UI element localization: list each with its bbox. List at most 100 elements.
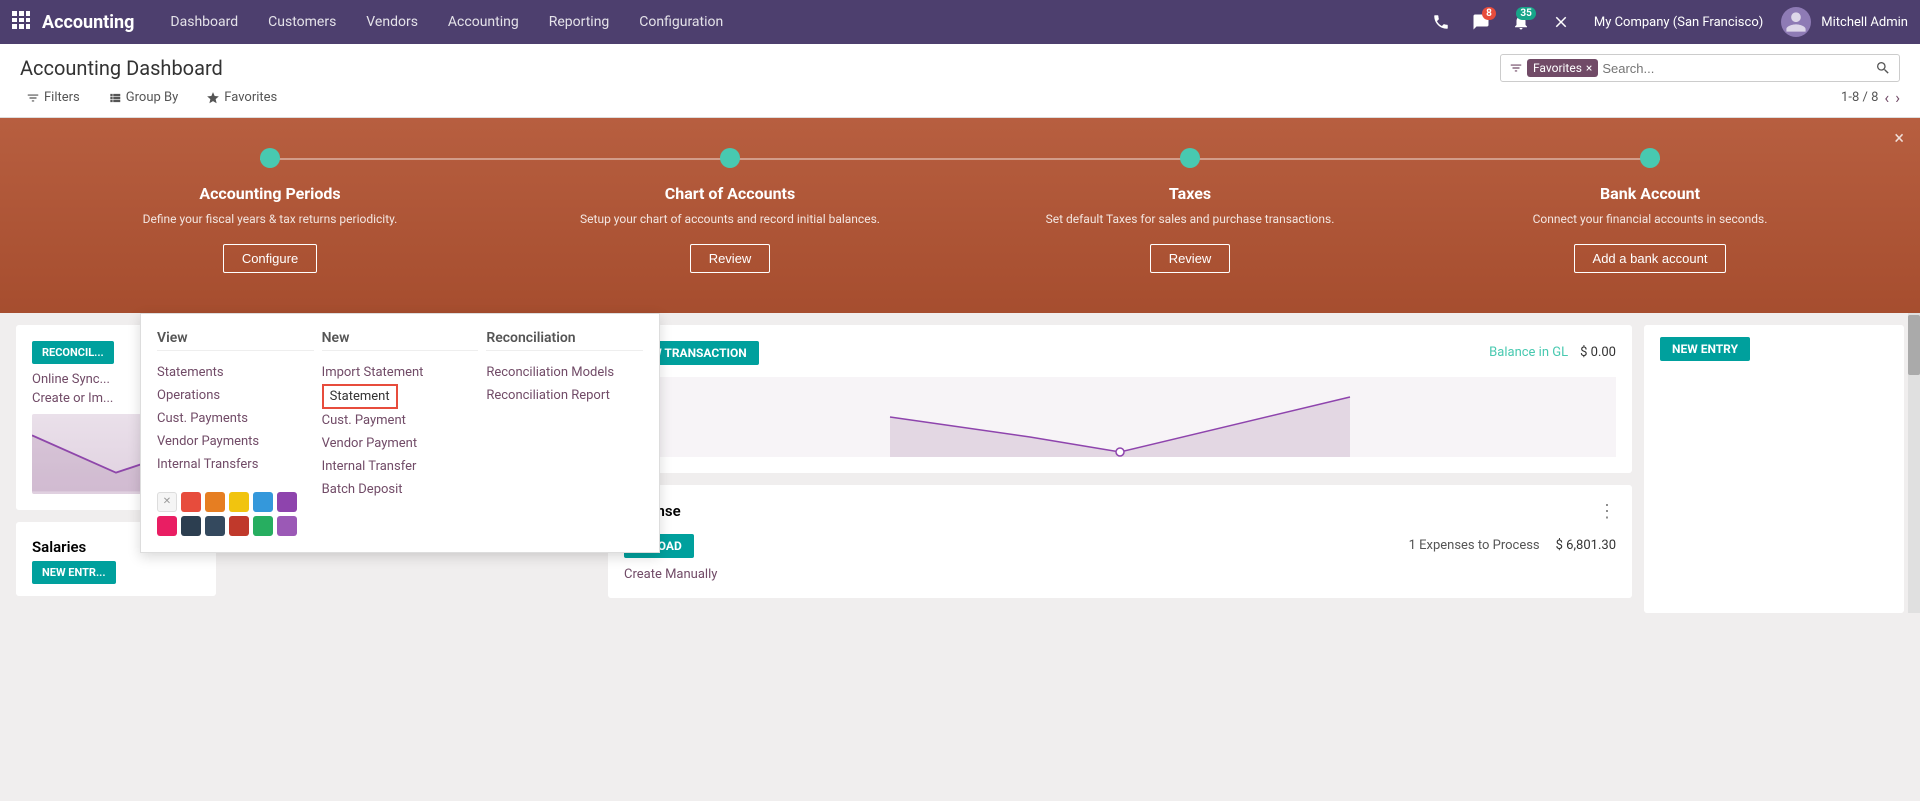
step-dot-2 [720, 148, 740, 168]
color-red[interactable] [181, 492, 201, 512]
step-desc-1: Define your fiscal years & tax returns p… [60, 211, 480, 228]
balance-gl-label[interactable]: Balance in GL [1489, 345, 1568, 360]
scrollbar-track[interactable] [1908, 313, 1920, 613]
app-title: Accounting [42, 12, 134, 33]
step-desc-3: Set default Taxes for sales and purchase… [980, 211, 1400, 228]
context-dropdown: View Statements Operations Cust. Payment… [140, 313, 660, 553]
step-btn-2[interactable]: Review [690, 244, 771, 273]
transaction-card: NEW TRANSACTION Balance in GL $ 0.00 [608, 325, 1632, 473]
expense-amount: $ 6,801.30 [1556, 538, 1616, 553]
expense-process-text: 1 Expenses to Process [1409, 538, 1540, 553]
favorites-tag: Favorites × [1527, 59, 1598, 77]
filters-button[interactable]: Filters [20, 88, 86, 107]
dropdown-reconciliation-report[interactable]: Reconciliation Report [486, 384, 643, 407]
phone-icon[interactable] [1426, 7, 1456, 37]
dropdown-reconciliation-column: Reconciliation Reconciliation Models Rec… [486, 330, 643, 536]
nav-accounting[interactable]: Accounting [436, 8, 531, 36]
color-yellow[interactable] [229, 492, 249, 512]
page-header: Accounting Dashboard Favorites × Filters… [0, 44, 1920, 118]
banner-step-taxes: Taxes Set default Taxes for sales and pu… [960, 148, 1420, 273]
step-title-4: Bank Account [1440, 184, 1860, 203]
color-dark2[interactable] [205, 516, 225, 536]
banner-step-accounting-periods: Accounting Periods Define your fiscal ye… [40, 148, 500, 273]
dropdown-statement[interactable]: Statement [322, 384, 398, 409]
messages-icon[interactable]: 8 [1466, 7, 1496, 37]
new-entry-card: NEW ENTRY [1644, 325, 1904, 613]
color-none[interactable] [157, 492, 177, 512]
pagination-text: 1-8 / 8 [1841, 90, 1878, 105]
new-entry-badge[interactable]: NEW ENTRY [1660, 337, 1750, 361]
favorites-tag-label: Favorites [1533, 61, 1582, 75]
next-page-button[interactable]: › [1895, 88, 1900, 107]
username: Mitchell Admin [1821, 15, 1908, 30]
dropdown-vendor-payment-new[interactable]: Vendor Payment [322, 432, 479, 455]
step-btn-1[interactable]: Configure [223, 244, 317, 273]
page-title: Accounting Dashboard [20, 56, 223, 80]
nav-menu: Dashboard Customers Vendors Accounting R… [158, 8, 1425, 36]
grid-menu-icon[interactable] [12, 11, 30, 33]
search-bar[interactable]: Favorites × [1500, 54, 1900, 82]
dropdown-vendor-payments[interactable]: Vendor Payments [157, 430, 314, 453]
color-purple[interactable] [277, 492, 297, 512]
dropdown-cust-payment-new[interactable]: Cust. Payment [322, 409, 479, 432]
nav-customers[interactable]: Customers [256, 8, 348, 36]
expense-card: Expense ⋮ UPLOAD 1 Expenses to Process $… [608, 485, 1632, 598]
favorites-button[interactable]: Favorites [200, 88, 283, 107]
dropdown-import-statement[interactable]: Import Statement [322, 361, 479, 384]
dropdown-operations[interactable]: Operations [157, 384, 314, 407]
scrollbar-thumb[interactable] [1908, 315, 1920, 375]
favorites-tag-close[interactable]: × [1586, 61, 1592, 75]
color-orange[interactable] [205, 492, 225, 512]
salaries-badge[interactable]: NEW ENTR... [32, 561, 116, 584]
filter-icon [1509, 61, 1523, 75]
view-column-header: View [157, 330, 314, 351]
color-blue[interactable] [253, 492, 273, 512]
step-dot-4 [1640, 148, 1660, 168]
step-desc-2: Setup your chart of accounts and record … [520, 211, 940, 228]
banner-close-button[interactable]: × [1894, 128, 1904, 149]
color-crimson[interactable] [229, 516, 249, 536]
step-dot-1 [260, 148, 280, 168]
new-entry-column: NEW ENTRY [1644, 325, 1904, 613]
nav-vendors[interactable]: Vendors [354, 8, 430, 36]
filter-bar: Filters Group By Favorites 1-8 / 8 ‹ › [20, 88, 1900, 107]
step-title-3: Taxes [980, 184, 1400, 203]
pagination: 1-8 / 8 ‹ › [1841, 88, 1900, 107]
banner-step-chart-of-accounts: Chart of Accounts Setup your chart of ac… [500, 148, 960, 273]
step-dot-3 [1180, 148, 1200, 168]
activity-icon[interactable]: 35 [1506, 7, 1536, 37]
color-picker [157, 492, 314, 536]
nav-reporting[interactable]: Reporting [537, 8, 622, 36]
nav-right-icons: 8 35 My Company (San Francisco) Mitchell… [1426, 7, 1908, 37]
step-title-1: Accounting Periods [60, 184, 480, 203]
dropdown-reconciliation-models[interactable]: Reconciliation Models [486, 361, 643, 384]
new-column-header: New [322, 330, 479, 351]
color-pink[interactable] [157, 516, 177, 536]
color-dark[interactable] [181, 516, 201, 536]
groupby-button[interactable]: Group By [102, 88, 185, 107]
reconciliation-column-header: Reconciliation [486, 330, 643, 351]
color-violet[interactable] [277, 516, 297, 536]
prev-page-button[interactable]: ‹ [1884, 88, 1889, 107]
dropdown-cust-payments[interactable]: Cust. Payments [157, 407, 314, 430]
transaction-chart [624, 377, 1616, 457]
step-btn-4[interactable]: Add a bank account [1574, 244, 1727, 273]
messages-badge: 8 [1482, 7, 1496, 20]
banner-step-bank-account: Bank Account Connect your financial acco… [1420, 148, 1880, 273]
dropdown-internal-transfers[interactable]: Internal Transfers [157, 453, 314, 476]
activity-badge: 35 [1516, 7, 1535, 20]
expense-menu-icon[interactable]: ⋮ [1598, 501, 1616, 522]
dropdown-statements[interactable]: Statements [157, 361, 314, 384]
search-icon[interactable] [1875, 60, 1891, 76]
nav-configuration[interactable]: Configuration [627, 8, 735, 36]
search-input[interactable] [1602, 61, 1875, 76]
color-green[interactable] [253, 516, 273, 536]
create-manually-link[interactable]: Create Manually [624, 567, 717, 582]
dropdown-batch-deposit[interactable]: Batch Deposit [322, 478, 479, 501]
dropdown-internal-transfer-new[interactable]: Internal Transfer [322, 455, 479, 478]
reconcile-badge[interactable]: RECONCIL... [32, 341, 114, 364]
step-btn-3[interactable]: Review [1150, 244, 1231, 273]
user-avatar[interactable] [1781, 7, 1811, 37]
close-nav-icon[interactable] [1546, 7, 1576, 37]
nav-dashboard[interactable]: Dashboard [158, 8, 250, 36]
